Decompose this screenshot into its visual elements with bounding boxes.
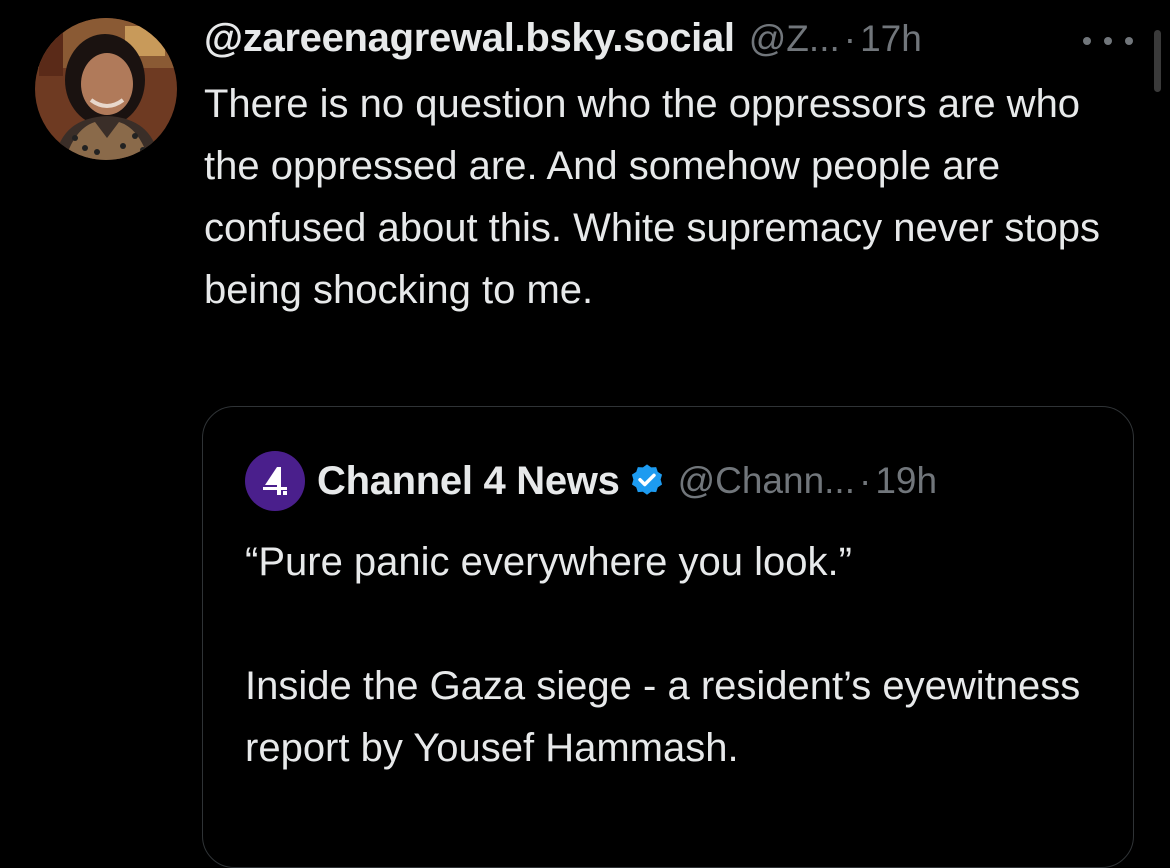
channel-4-logo-icon <box>263 467 287 495</box>
more-dot <box>1125 37 1133 45</box>
more-horizontal-icon[interactable] <box>1083 26 1133 56</box>
quote-timestamp[interactable]: 19h <box>875 460 937 502</box>
tweet[interactable]: @zareenagrewal.bsky.social @Z... · 17h T… <box>0 0 1170 868</box>
quote-text: “Pure panic everywhere you look.” Inside… <box>245 531 1105 779</box>
quote-paragraph: Inside the Gaza siege - a resident’s eye… <box>245 664 1081 770</box>
quote-tweet-card[interactable]: Channel 4 News @Chann... · 19h “Pure pan… <box>202 406 1134 868</box>
separator-dot: · <box>843 18 857 59</box>
quote-handle[interactable]: @Chann... <box>678 460 855 502</box>
tweet-header: @zareenagrewal.bsky.social @Z... · 17h <box>204 16 1134 68</box>
handle[interactable]: @Z... <box>749 18 840 60</box>
verified-badge-icon <box>628 462 666 500</box>
avatar[interactable] <box>35 18 177 160</box>
scrollbar[interactable] <box>1154 30 1161 92</box>
more-dot <box>1083 37 1091 45</box>
channel-4-logo <box>245 451 305 511</box>
profile-photo <box>35 18 177 160</box>
display-name[interactable]: @zareenagrewal.bsky.social <box>204 16 735 61</box>
timestamp[interactable]: 17h <box>860 18 922 60</box>
more-dot <box>1104 37 1112 45</box>
tweet-text: There is no question who the oppressors … <box>204 82 1101 312</box>
quote-paragraph: “Pure panic everywhere you look.” <box>245 540 852 584</box>
quote-header: Channel 4 News @Chann... · 19h <box>245 451 937 511</box>
quote-separator-dot: · <box>859 460 872 501</box>
quote-display-name[interactable]: Channel 4 News <box>317 459 620 504</box>
